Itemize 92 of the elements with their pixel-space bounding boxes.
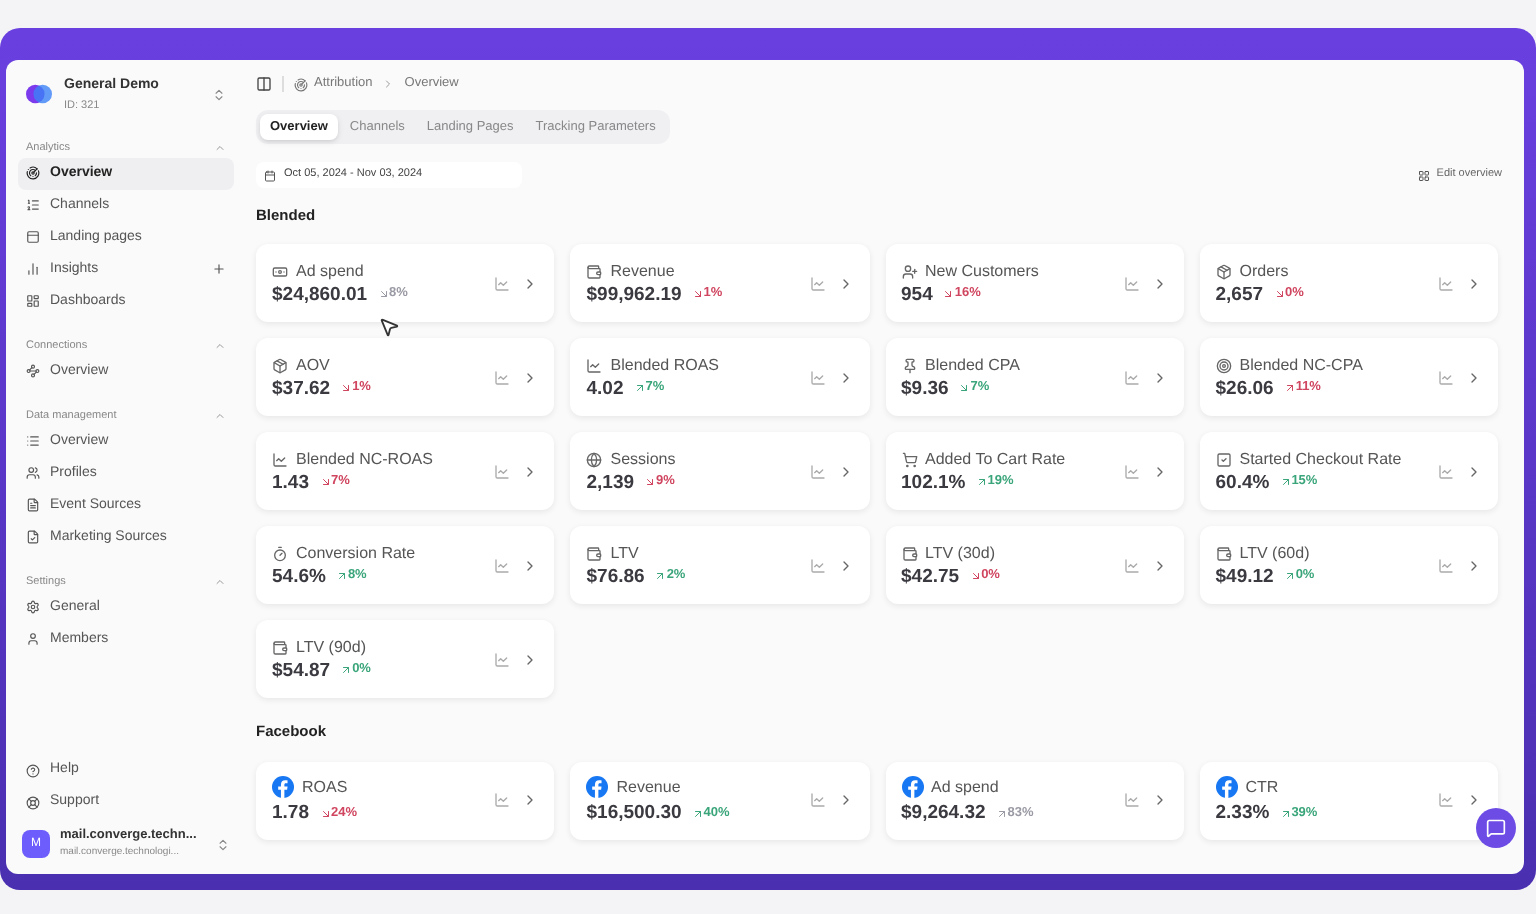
metric-label: Revenue xyxy=(610,263,675,279)
metric-label: Blended ROAS xyxy=(610,357,720,373)
metric-value: 2,657 xyxy=(1215,285,1264,304)
nav-icon xyxy=(26,632,40,647)
metric-value: 2.33% xyxy=(1215,804,1270,824)
metric-value: 4.02 xyxy=(586,379,624,398)
calendar-icon xyxy=(264,169,276,181)
facebook-icon xyxy=(586,776,609,799)
add-icon[interactable] xyxy=(212,262,226,277)
metric-label: Ad spend xyxy=(931,779,999,796)
metric-icon xyxy=(586,451,603,467)
metric-value: $9,264.32 xyxy=(901,804,986,824)
metric-icon xyxy=(272,263,288,279)
metric-label: Conversion Rate xyxy=(296,545,416,561)
metric-label: Started Checkout Rate xyxy=(1239,451,1402,467)
metric-value: 54.6% xyxy=(272,567,326,586)
breadcrumb-separator-icon xyxy=(382,78,395,90)
facebook-icon xyxy=(901,776,923,799)
chevron-right-icon[interactable] xyxy=(1466,463,1482,480)
nav-icon xyxy=(26,262,40,277)
metric-value: $49.12 xyxy=(1215,567,1274,586)
metric-value: 954 xyxy=(901,285,933,304)
nav-icon xyxy=(26,230,40,245)
metric-label: Orders xyxy=(1239,263,1289,279)
metric-icon xyxy=(1215,545,1232,561)
metric-value: 102.1% xyxy=(901,473,966,492)
metric-icon xyxy=(586,545,603,561)
metric-value: $16,500.30 xyxy=(586,804,682,824)
metric-icon xyxy=(272,357,288,373)
chevron-right-icon[interactable] xyxy=(1466,275,1482,292)
metric-label: Blended NC-ROAS xyxy=(296,451,433,467)
expand-icon xyxy=(212,87,226,102)
nav-icon xyxy=(26,530,40,545)
metric-icon xyxy=(1215,263,1232,279)
chat-icon xyxy=(1486,818,1506,838)
metric-value: $9.36 xyxy=(901,379,949,398)
sidebar-toggle-icon[interactable] xyxy=(256,76,272,92)
nav-icon xyxy=(26,600,40,615)
metric-value: $76.86 xyxy=(586,567,645,586)
metric-icon xyxy=(901,357,917,373)
nav-icon xyxy=(26,466,40,481)
grid-icon xyxy=(1418,169,1431,181)
facebook-icon xyxy=(272,776,294,799)
lifebuoy-icon xyxy=(26,795,40,809)
metric-label: Blended CPA xyxy=(925,357,1020,373)
nav-icon xyxy=(26,198,40,213)
metric-label: Sessions xyxy=(610,451,676,467)
metric-value: 1.78 xyxy=(272,804,309,824)
metric-label: ROAS xyxy=(302,779,348,796)
workspace-logo-icon xyxy=(26,84,52,105)
metric-label: AOV xyxy=(296,357,330,373)
metric-icon xyxy=(901,451,917,467)
metric-value: $24,860.01 xyxy=(272,285,368,304)
nav-icon xyxy=(26,166,40,181)
metric-icon xyxy=(272,639,288,655)
metric-value: $26.06 xyxy=(1215,379,1274,398)
metric-label: New Customers xyxy=(925,263,1039,279)
metric-icon xyxy=(1215,357,1232,373)
metric-icon xyxy=(901,263,917,279)
nav-icon xyxy=(26,498,40,513)
metric-icon xyxy=(586,357,603,373)
metric-icon xyxy=(586,263,603,279)
metric-value: 2,139 xyxy=(586,473,635,492)
chevron-right-icon[interactable] xyxy=(1466,557,1482,574)
chevron-right-icon[interactable] xyxy=(1466,792,1482,808)
metric-value: $99,962.19 xyxy=(586,285,682,304)
metric-label: Added To Cart Rate xyxy=(925,451,1066,467)
metric-icon xyxy=(272,545,288,561)
metric-label: LTV (90d) xyxy=(296,639,366,655)
metric-label: Ad spend xyxy=(296,263,364,279)
help-icon xyxy=(26,763,40,777)
facebook-icon xyxy=(1215,776,1238,799)
metric-label: CTR xyxy=(1245,779,1279,796)
metric-value: $42.75 xyxy=(901,567,960,586)
metric-label: LTV (60d) xyxy=(1239,545,1310,561)
nav-icon xyxy=(26,434,40,449)
metric-value: $54.87 xyxy=(272,661,331,680)
metric-label: LTV (30d) xyxy=(925,545,995,561)
metric-value: 60.4% xyxy=(1215,473,1270,492)
metric-icon xyxy=(901,545,917,561)
metric-icon xyxy=(1215,451,1232,467)
nav-icon xyxy=(26,294,40,309)
mouse-cursor-icon xyxy=(378,316,400,338)
nav-icon xyxy=(26,364,40,379)
metric-value: 1.43 xyxy=(272,473,309,492)
metric-label: Revenue xyxy=(616,779,681,796)
metric-value: $37.62 xyxy=(272,379,331,398)
metric-label: LTV xyxy=(610,545,639,561)
chevron-right-icon[interactable] xyxy=(1466,369,1482,386)
metric-icon xyxy=(272,451,288,467)
metric-label: Blended NC-CPA xyxy=(1239,357,1363,373)
expand-icon xyxy=(216,837,230,851)
